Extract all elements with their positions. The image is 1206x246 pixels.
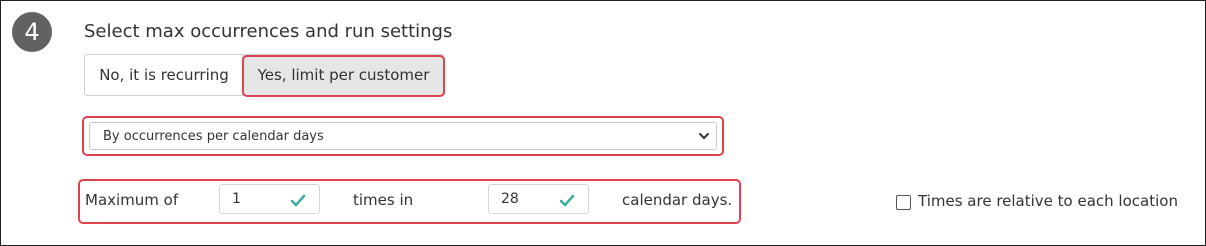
limit-type-select[interactable]: By occurrences per calendar days [89,122,717,150]
checkmark-icon [289,191,307,209]
limit-per-customer-button[interactable]: Yes, limit per customer [242,54,445,96]
max-occurrences-value: 1 [232,191,241,207]
step-number-badge: 4 [12,12,52,52]
times-in-label: times in [353,191,414,209]
chevron-down-icon [698,123,710,161]
limit-type-select-value: By occurrences per calendar days [103,129,324,144]
calendar-days-value: 28 [501,191,519,207]
settings-panel: 4 Select max occurrences and run setting… [0,0,1206,246]
no-recurring-button[interactable]: No, it is recurring [84,54,244,96]
relative-location-label: Times are relative to each location [918,192,1178,210]
relative-location-checkbox[interactable] [896,195,911,210]
calendar-days-input[interactable]: 28 [488,184,589,214]
calendar-days-label: calendar days. [622,191,733,209]
section-title: Select max occurrences and run settings [84,21,453,42]
maximum-of-label: Maximum of [85,191,179,209]
max-occurrences-input[interactable]: 1 [219,184,320,214]
checkmark-icon [558,191,576,209]
